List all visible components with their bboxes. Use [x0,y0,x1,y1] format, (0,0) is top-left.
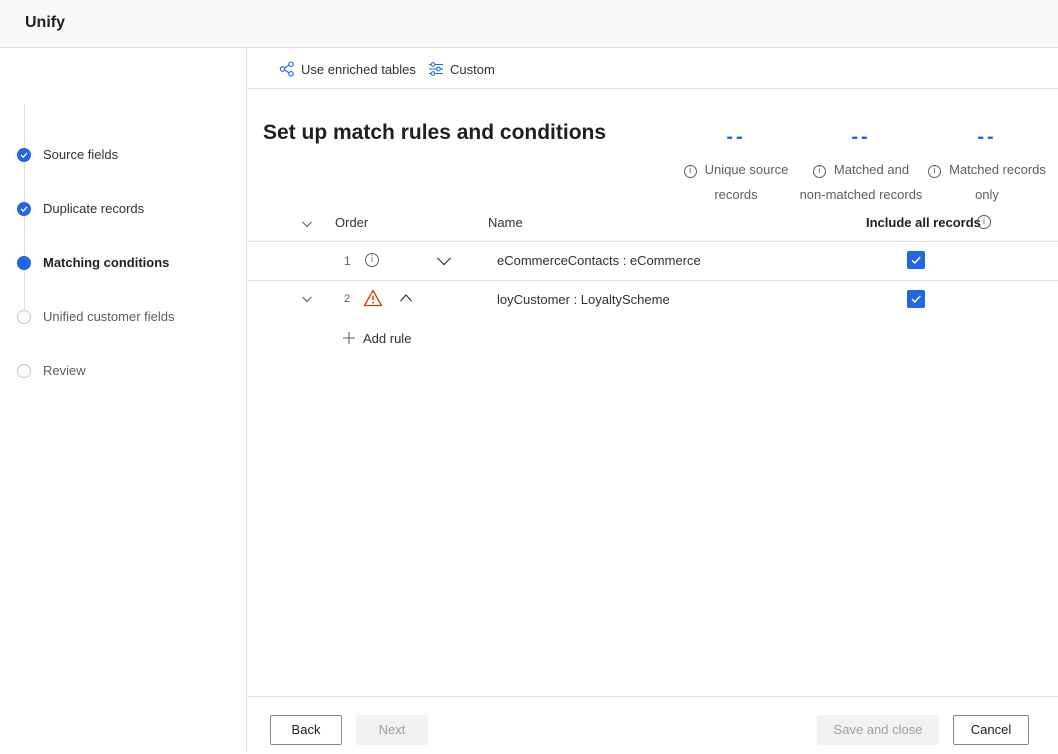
step-navigation: Source fields Duplicate records Matching… [0,48,247,753]
step-label: Source fields [43,147,119,162]
add-rule-button[interactable]: Add rule [342,328,462,348]
cancel-button[interactable]: Cancel [953,715,1029,745]
step-label: Matching conditions [43,255,170,270]
checkmark-circle-icon [17,202,31,216]
button-label: Use enriched tables [301,62,416,77]
next-button[interactable]: Next [356,715,428,745]
checkmark-icon [911,295,921,304]
step-label: Unified customer fields [43,309,175,324]
plus-icon [343,332,355,344]
metric-value: -- [851,126,871,148]
save-and-close-button[interactable]: Save and close [817,715,939,745]
step-label: Duplicate records [43,201,145,216]
back-button[interactable]: Back [270,715,342,745]
metric-label-line2: only [975,187,999,202]
info-icon[interactable]: i [683,165,697,178]
metric-label: Matched and [833,162,910,177]
metric-value: -- [726,126,746,148]
rule-order: 2 [344,293,351,305]
page-title: Set up match rules and conditions [263,121,607,144]
step-source-fields[interactable]: Source fields [17,144,237,168]
metric-label-line2: non-matched records [799,187,923,202]
chevron-down-icon[interactable] [436,254,452,268]
metric-label: Matched records [949,162,1046,177]
metric-label: Unique source [704,162,789,177]
step-review[interactable]: Review [17,360,237,384]
current-step-dot-icon [17,256,31,270]
empty-circle-icon [17,310,31,324]
checkmark-circle-icon [17,148,31,162]
metric-unique-source-records: -- i Unique source records [671,125,801,207]
command-bar: Use enriched tables Custom [248,48,1058,89]
main-content: Use enriched tables Custom Set up match … [248,48,1058,753]
chevron-down-icon[interactable] [301,218,313,230]
info-icon[interactable]: i [928,165,942,178]
info-icon[interactable]: i [812,165,826,178]
step-unified-customer-fields[interactable]: Unified customer fields [17,306,237,330]
include-all-records-checkbox[interactable] [907,290,925,308]
include-all-records-checkbox[interactable] [907,251,925,269]
sliders-icon [429,62,443,76]
button-label: Custom [450,62,495,77]
app-title: Unify [25,14,65,31]
rule-order: 1 [344,254,351,268]
table-header: Order Name Include all records i [248,207,1058,242]
metric-matched-and-non-matched: -- i Matched and non-matched records [796,125,926,207]
column-header-include-all-records: Include all records [866,215,981,230]
step-matching-conditions[interactable]: Matching conditions [17,252,237,276]
metric-label-line2: records [714,187,758,202]
step-label: Review [43,363,86,378]
app-header: Unify [0,0,1058,48]
column-header-order[interactable]: Order [335,215,368,230]
step-duplicate-records[interactable]: Duplicate records [17,198,237,222]
rule-name[interactable]: loyCustomer : LoyaltyScheme [497,292,670,307]
table-row: 2 loyCustomer : LoyaltyScheme [248,281,1058,320]
chevron-down-icon[interactable] [301,293,313,305]
share-nodes-icon [279,61,294,77]
add-rule-label: Add rule [363,331,412,346]
rule-name[interactable]: eCommerceContacts : eCommerce [497,253,701,268]
footer-bar: Back Next Save and close Cancel [248,696,1058,754]
info-icon[interactable]: i [365,253,379,267]
column-header-name[interactable]: Name [488,215,523,230]
table-row: 1 i eCommerceContacts : eCommerce [248,241,1058,281]
metric-value: -- [977,126,997,148]
chevron-up-icon[interactable] [399,292,413,304]
checkmark-icon [911,256,921,265]
warning-icon[interactable] [363,289,383,307]
info-icon[interactable]: i [977,215,991,229]
metric-matched-records-only: -- i Matched records only [922,125,1052,207]
empty-circle-icon [17,364,31,378]
